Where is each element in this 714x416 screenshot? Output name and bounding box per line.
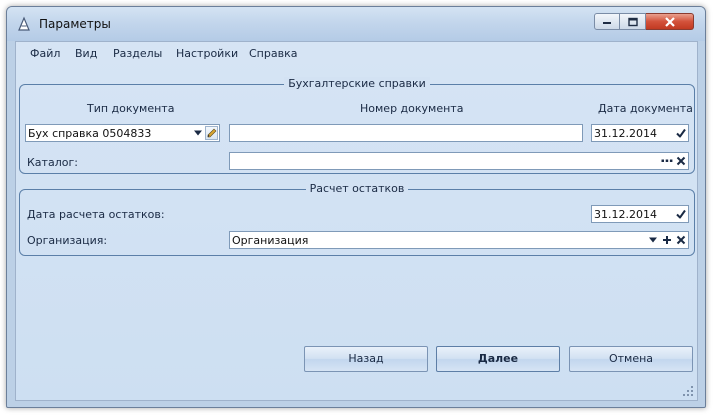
catalog-browse-button[interactable] (660, 154, 673, 168)
app-icon (16, 16, 32, 32)
doc-type-value: Бух справка 0504833 (28, 127, 152, 140)
doc-number-input[interactable] (229, 124, 583, 142)
checkbox-icon (675, 128, 686, 138)
next-button[interactable]: Далее (436, 346, 560, 372)
calc-date-check-button[interactable] (674, 207, 687, 221)
back-button[interactable]: Назад (304, 346, 428, 372)
title-bar[interactable]: Параметры (7, 7, 705, 41)
catalog-label: Каталог: (27, 156, 78, 169)
parameters-window: Параметры Файл Вид Разделы Настройки Спр… (6, 6, 706, 408)
organization-value: Организация (232, 234, 309, 247)
plus-icon (662, 236, 671, 244)
accounting-references-group: Бухгалтерские справки Тип документа Номе… (19, 77, 695, 174)
menu-sections[interactable]: Разделы (113, 47, 162, 60)
minimize-icon (603, 21, 611, 24)
minimize-button[interactable] (594, 13, 620, 30)
maximize-button[interactable] (620, 13, 646, 30)
client-area: Файл Вид Разделы Настройки Справка Бухга… (15, 41, 698, 401)
dropdown-icon (648, 237, 657, 243)
edit-icon (207, 128, 216, 138)
dropdown-icon (193, 130, 202, 136)
calc-date-label: Дата расчета остатков: (27, 208, 165, 221)
clear-icon (676, 235, 685, 245)
menu-view[interactable]: Вид (75, 47, 97, 60)
accounting-group-legend: Бухгалтерские справки (284, 77, 430, 90)
organization-clear-button[interactable] (674, 233, 687, 247)
menu-bar: Файл Вид Разделы Настройки Справка (16, 42, 697, 64)
catalog-input[interactable] (229, 152, 689, 170)
doc-type-combo[interactable]: Бух справка 0504833 (25, 124, 220, 142)
calc-date-value: 31.12.2014 (594, 208, 657, 221)
balance-group-legend: Расчет остатков (305, 182, 409, 195)
menu-file[interactable]: Файл (30, 47, 60, 60)
close-icon (664, 16, 675, 27)
balance-calculation-group: Расчет остатков Дата расчета остатков: 3… (19, 182, 695, 256)
ellipsis-icon (661, 159, 672, 162)
clear-icon (676, 156, 685, 166)
close-button[interactable] (646, 13, 694, 30)
doc-date-check-button[interactable] (674, 126, 687, 140)
doc-date-label: Дата документа (598, 102, 693, 115)
catalog-clear-button[interactable] (674, 154, 687, 168)
doc-date-value: 31.12.2014 (594, 127, 657, 140)
cancel-button[interactable]: Отмена (569, 346, 693, 372)
maximize-icon (627, 17, 638, 26)
calc-date-input[interactable]: 31.12.2014 (591, 205, 689, 223)
doc-number-label: Номер документа (360, 102, 464, 115)
window-title: Параметры (39, 17, 111, 31)
doc-date-input[interactable]: 31.12.2014 (591, 124, 689, 142)
doc-type-label: Тип документа (87, 102, 175, 115)
organization-label: Организация: (27, 234, 108, 247)
organization-combo[interactable]: Организация (229, 231, 689, 249)
organization-add-button[interactable] (660, 233, 673, 247)
doc-type-edit-button[interactable] (205, 126, 218, 140)
doc-type-dropdown-button[interactable] (191, 126, 204, 140)
menu-settings[interactable]: Настройки (176, 47, 238, 60)
menu-help[interactable]: Справка (249, 47, 297, 60)
organization-dropdown-button[interactable] (646, 233, 659, 247)
checkbox-icon (675, 209, 686, 219)
resize-grip-icon[interactable] (683, 386, 694, 397)
